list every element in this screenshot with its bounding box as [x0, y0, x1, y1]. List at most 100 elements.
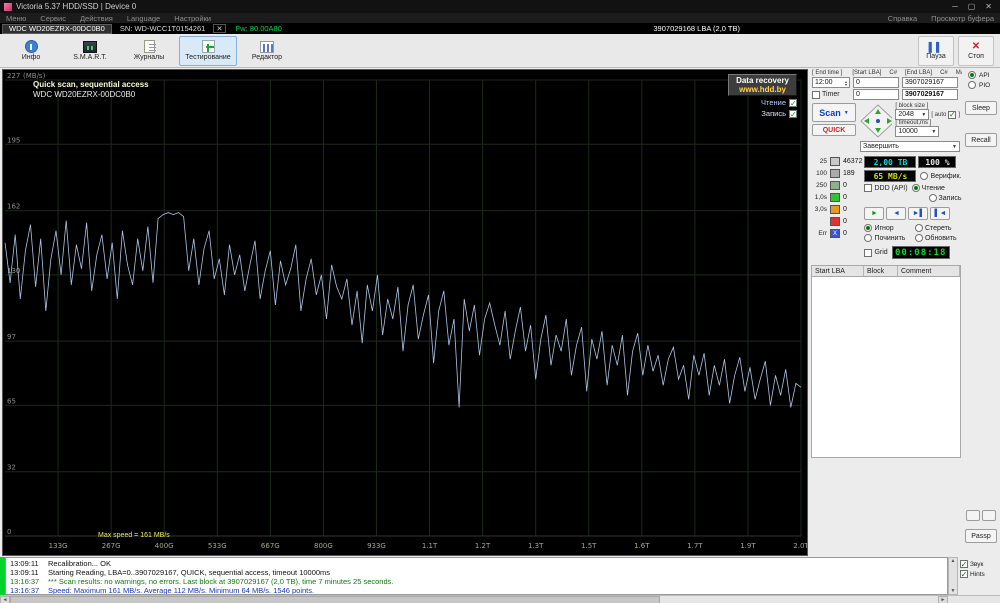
toolbar-button-test[interactable]: Тестирование — [179, 35, 237, 66]
menu-item-right-0[interactable]: Справка — [888, 14, 917, 23]
end-time-input[interactable]: 12:00 ▴ ▾ — [812, 77, 850, 88]
legend-write-checkbox[interactable]: ✓ — [789, 109, 797, 118]
start-lba-input[interactable]: 0 — [853, 77, 899, 88]
log-lines[interactable]: 13:09:11 Recalibration... OK 13:09:11 Start… — [5, 557, 948, 595]
hscroll-thumb[interactable] — [10, 596, 660, 603]
log-text: Speed: Maximum 161 MB/s. Average 112 MB/… — [48, 586, 315, 595]
table-header-2[interactable]: Comment — [898, 266, 960, 276]
side-column: API PIO Sleep Recall Passp — [962, 68, 1000, 557]
svg-text:1.6T: 1.6T — [634, 542, 650, 550]
table-header-0[interactable]: Start LBA — [812, 266, 864, 276]
recall-button[interactable]: Recall — [965, 133, 997, 147]
svg-text:227: 227 — [7, 72, 20, 80]
stop-button[interactable]: ✕ Стоп — [958, 35, 994, 66]
menu-item-1[interactable]: Сервис — [40, 14, 66, 23]
play-button[interactable]: ► — [864, 207, 885, 220]
counter-color-block[interactable] — [830, 168, 840, 178]
hints-checkbox[interactable]: ✓ Hints — [960, 570, 998, 578]
counter-row-4: 3,0s 0 — [812, 204, 862, 214]
counter-color-block[interactable] — [830, 216, 840, 226]
auto-checkbox[interactable]: ✓ — [948, 110, 957, 119]
end-lba-input-2[interactable]: 3907029167 — [902, 89, 958, 100]
toolbar-button-editor[interactable]: Редактор — [238, 36, 296, 66]
timer-checkbox[interactable]: Timer — [812, 90, 850, 99]
api-radio[interactable]: API — [962, 71, 1000, 79]
end-c-label[interactable]: C# — [940, 70, 948, 76]
skip-forward-button[interactable]: ►▌ — [908, 207, 929, 220]
end-lba-input[interactable]: 3907029167 — [902, 77, 958, 88]
passport-button[interactable]: Passp — [965, 529, 997, 543]
counter-color-block[interactable] — [830, 180, 840, 190]
mini-button-right[interactable] — [982, 510, 996, 521]
counter-color-block[interactable]: X — [830, 228, 840, 238]
skip-back-button[interactable]: ▌◄ — [930, 207, 951, 220]
app-icon — [4, 2, 12, 11]
pio-radio[interactable]: PIO — [962, 81, 1000, 89]
scroll-right-icon[interactable]: ► — [938, 596, 948, 603]
after-scan-action-select[interactable]: Завершить ▼ — [860, 141, 960, 152]
mode-radio-0[interactable]: Верифик. — [920, 172, 962, 180]
toolbar-button-label: S.M.A.R.T. — [73, 53, 107, 61]
toolbar-button-logs[interactable]: Журналы — [120, 36, 178, 66]
start-lba-label: [Start LBA] — [852, 69, 882, 76]
start-c-label[interactable]: C# — [889, 70, 897, 76]
log-text: Starting Reading, LBA=0..3907029167, QUI… — [48, 568, 331, 577]
toolbar-button-info[interactable]: Инфо — [2, 36, 60, 66]
grid-checkbox[interactable]: Grid — [864, 248, 888, 257]
scroll-down-icon[interactable]: ▼ — [951, 588, 956, 594]
progress-percent-display: 100 % — [918, 156, 957, 168]
device-firmware: Fw: 80.00A80 — [235, 24, 282, 33]
menu-item-0[interactable]: Меню — [6, 14, 26, 23]
log-scrollbar[interactable]: ▲ ▼ — [948, 557, 958, 595]
action-radio-0[interactable]: Игнор — [864, 224, 911, 232]
device-model-select[interactable]: WDC WD20EZRX-00DC0B0 — [2, 23, 112, 34]
defect-table-body[interactable] — [811, 277, 961, 458]
counter-color-block[interactable] — [830, 204, 840, 214]
counter-count: 0 — [843, 193, 847, 201]
max-speed-note: Max speed = 161 MB/s — [98, 532, 170, 539]
timeout-select[interactable]: 10000 ▼ — [895, 126, 940, 137]
stop-icon: ✕ — [971, 41, 981, 52]
block-size-select[interactable]: 2048 ▼ — [895, 109, 930, 120]
counter-color-block[interactable] — [830, 192, 840, 202]
toolbar-button-smart[interactable]: S.M.A.R.T. — [61, 36, 119, 66]
seek-compass[interactable] — [859, 103, 893, 139]
action-radio-1[interactable]: Стереть — [914, 224, 962, 232]
minimize-button[interactable]: ─ — [952, 2, 958, 11]
counter-row-1: 100 189 — [812, 168, 862, 178]
menu-item-4[interactable]: Настройки — [174, 14, 211, 23]
start-lba-input-2[interactable]: 0 — [853, 89, 899, 100]
maximize-button[interactable]: ▢ — [968, 2, 976, 11]
svg-text:2.0T: 2.0T — [793, 542, 807, 550]
mini-button-left[interactable] — [966, 510, 980, 521]
sleep-button[interactable]: Sleep — [965, 101, 997, 115]
action-radio-3[interactable]: Обновить — [914, 234, 962, 242]
device-close-button[interactable]: ✕ — [213, 24, 226, 33]
quick-button[interactable]: QUICK — [812, 124, 856, 136]
scan-button[interactable]: Scan ▼ — [812, 103, 856, 122]
close-button[interactable]: ✕ — [985, 2, 992, 11]
test-icon — [201, 40, 215, 53]
counter-count: 0 — [843, 205, 847, 213]
mode-radio-1[interactable]: Чтение — [911, 184, 945, 192]
scroll-up-icon[interactable]: ▲ — [951, 558, 956, 564]
ddd-api-checkbox[interactable]: DDD (API) — [864, 184, 908, 192]
mode-radio-2[interactable]: Запись — [928, 194, 962, 202]
menu-item-2[interactable]: Действия — [80, 14, 113, 23]
menu-items-right: Справка Просмотр буфера — [888, 14, 994, 23]
device-serial: SN: WD-WCC1T0154261 — [119, 24, 206, 33]
menu-item-3[interactable]: Language — [127, 14, 160, 23]
rewind-button[interactable]: ◄ — [886, 207, 907, 220]
action-radio-2[interactable]: Починить — [864, 234, 911, 242]
horizontal-scrollbar[interactable]: ◄ ► — [0, 595, 1000, 603]
pause-button[interactable]: ▌▌ Пауза — [918, 35, 954, 66]
menu-item-right-1[interactable]: Просмотр буфера — [931, 14, 994, 23]
menu-items: Меню Сервис Действия Language Настройки — [6, 14, 225, 23]
sound-checkbox[interactable]: ✓ Звук — [960, 560, 998, 568]
scroll-left-icon[interactable]: ◄ — [0, 596, 10, 603]
table-header-1[interactable]: Block — [864, 266, 898, 276]
counter-color-block[interactable] — [830, 156, 840, 166]
legend-read-checkbox[interactable]: ✓ — [789, 98, 797, 107]
device-bar: WDC WD20EZRX-00DC0B0 SN: WD-WCC1T0154261… — [0, 23, 1000, 34]
svg-text:1.1T: 1.1T — [422, 542, 438, 550]
